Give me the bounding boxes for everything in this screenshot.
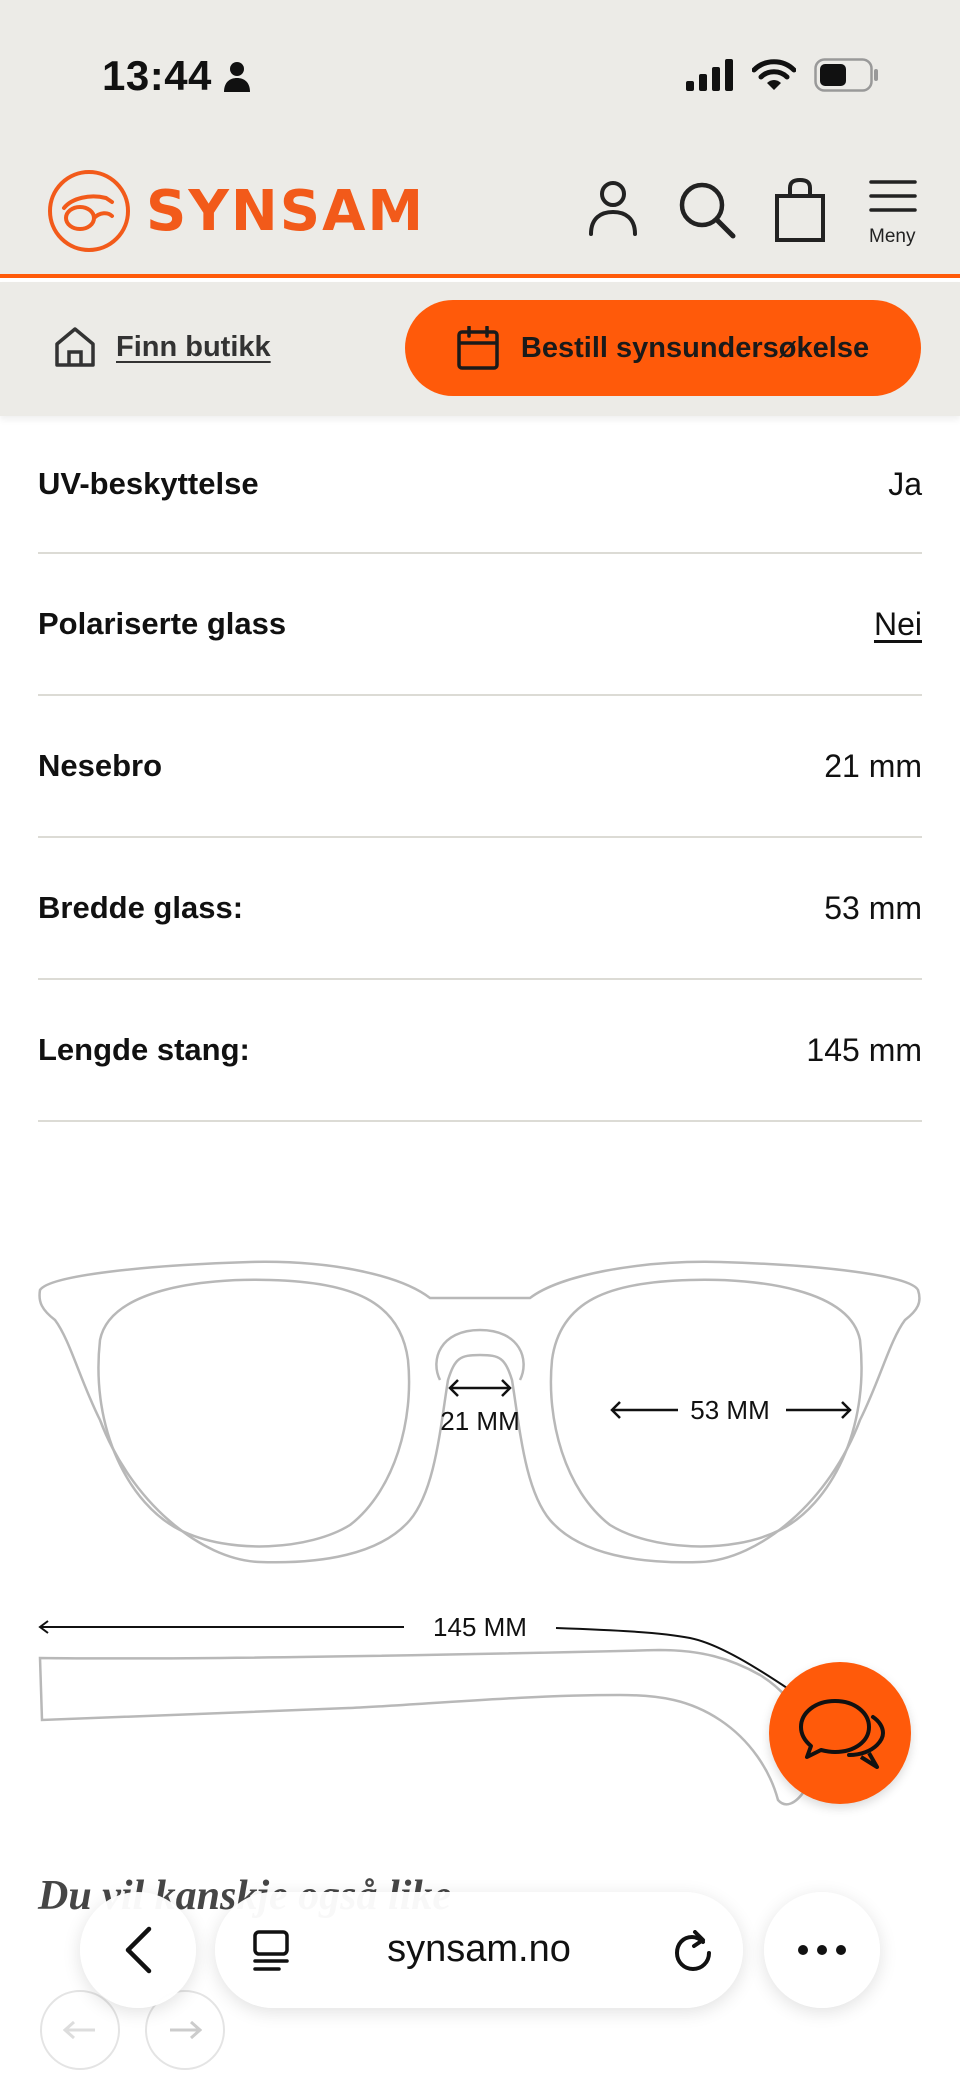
spec-value: 53 mm — [824, 889, 922, 926]
temple-arm-outline — [38, 1648, 810, 1806]
wifi-icon — [752, 59, 796, 90]
spec-label: Nesebro — [38, 748, 163, 783]
temple-length-dimension-label: 145 MM — [433, 1612, 527, 1642]
book-eye-exam-button[interactable]: Bestill synsundersøkelse — [405, 300, 921, 396]
spec-row-bridge: Nesebro 21 mm — [38, 696, 922, 838]
spec-value: Ja — [888, 465, 922, 502]
spec-label: Bredde glass: — [38, 890, 244, 925]
spec-value-link[interactable]: Nei — [874, 606, 922, 643]
person-icon[interactable] — [587, 180, 639, 236]
back-icon — [125, 1926, 152, 1974]
status-time: 13:44 — [102, 52, 212, 99]
menu-label[interactable]: Meny — [869, 226, 915, 248]
bag-icon[interactable] — [774, 178, 826, 242]
book-eye-exam-label: Bestill synsundersøkelse — [520, 331, 870, 364]
signal-icon — [686, 59, 733, 91]
spec-value: 145 mm — [806, 1031, 922, 1068]
more-icon — [798, 1945, 808, 1955]
spec-label: Lengde stang: — [38, 1032, 250, 1067]
browser-toolbar: synsam.no — [0, 1880, 960, 2087]
home-icon — [55, 327, 95, 367]
calendar-icon — [457, 326, 499, 370]
find-store-link[interactable]: Finn butikk — [54, 326, 271, 368]
spec-row-polarized: Polariserte glass Nei — [38, 554, 922, 696]
spec-row-temple-length: Lengde stang: 145 mm — [38, 980, 922, 1122]
person-status-icon — [224, 62, 250, 92]
spec-value: 21 mm — [824, 747, 922, 784]
spec-table: UV-beskyttelse Ja Polariserte glass Nei … — [38, 416, 922, 1122]
spec-row-lens-width: Bredde glass: 53 mm — [38, 838, 922, 980]
browser-back-button[interactable] — [80, 1892, 196, 2008]
bridge-arrow — [448, 1379, 512, 1397]
search-icon[interactable] — [677, 180, 737, 240]
spec-label: Polariserte glass — [38, 606, 287, 641]
synsam-logo[interactable]: SYNSAM — [46, 168, 425, 254]
status-indicators — [686, 58, 880, 92]
lens-width-dimension-label: 53 MM — [690, 1395, 769, 1425]
bridge-dimension-label: 21 MM — [440, 1406, 519, 1436]
reload-icon[interactable] — [673, 1930, 713, 1974]
spec-label: UV-beskyttelse — [38, 466, 259, 501]
browser-more-button[interactable] — [764, 1892, 880, 2008]
more-icon-dot — [836, 1945, 846, 1955]
url-text: synsam.no — [387, 1928, 571, 1970]
battery-icon — [814, 58, 878, 92]
address-bar[interactable]: synsam.no — [215, 1892, 743, 2008]
chat-icon — [799, 1699, 885, 1769]
menu-icon[interactable] — [869, 178, 917, 214]
sub-header: Finn butikk Bestill synsundersøkelse — [0, 282, 960, 416]
spec-row-uv: UV-beskyttelse Ja — [38, 416, 922, 554]
status-bar: 13:44 — [0, 0, 960, 150]
chat-button[interactable] — [769, 1662, 911, 1804]
left-lens-outline — [97, 1278, 411, 1548]
more-icon-dot — [817, 1945, 827, 1955]
site-header: SYNSAM — [0, 150, 960, 278]
find-store-label: Finn butikk — [116, 330, 271, 363]
logo-text: SYNSAM — [146, 178, 426, 244]
logo-mark-icon — [48, 170, 130, 252]
